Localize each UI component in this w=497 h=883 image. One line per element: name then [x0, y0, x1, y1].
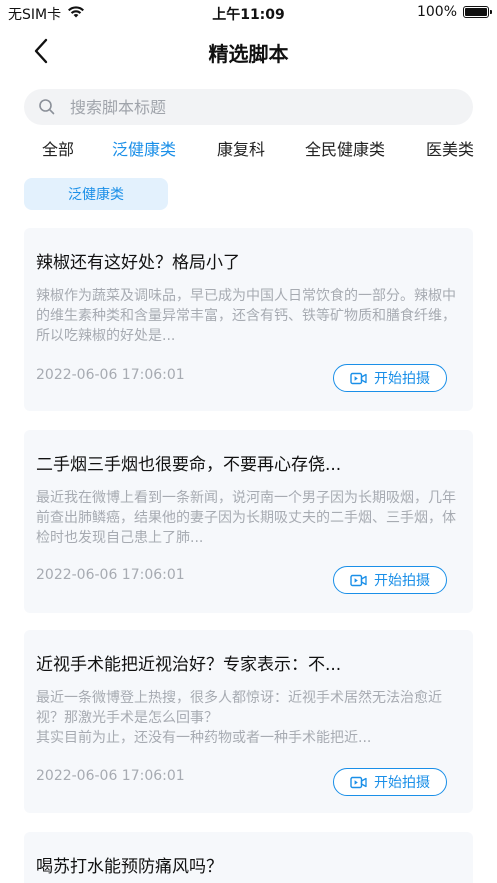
start-shooting-label: 开始拍摄 — [374, 775, 430, 791]
card-description: 最近一条微博登上热搜，很多人都惊讶：近视手术居然无法治愈近视？那激光手术是怎么回… — [36, 690, 442, 746]
tab-public-health[interactable]: 全民健康类 — [305, 136, 385, 160]
category-tabs: 全部 泛健康类 康复科 全民健康类 医美类 — [0, 136, 497, 162]
card-title: 辣椒还有这好处？格局小了 — [36, 253, 240, 273]
status-right: 100% — [416, 4, 492, 20]
search-bar[interactable] — [24, 89, 473, 125]
video-camera-icon — [350, 776, 367, 788]
start-shooting-button[interactable]: 开始拍摄 — [333, 364, 447, 392]
tab-all[interactable]: 全部 — [42, 136, 74, 160]
card-description: 辣椒作为蔬菜及调味品，早已成为中国人日常饮食的一部分。辣椒中的维生素种类和含量异… — [36, 288, 456, 344]
card-date: 2022-06-06 17:06:01 — [36, 567, 185, 583]
video-camera-icon — [350, 574, 367, 586]
tab-rehabilitation[interactable]: 康复科 — [217, 136, 265, 160]
script-card[interactable]: 近视手术能把近视治好？专家表示：不... 最近一条微博登上热搜，很多人都惊讶：近… — [24, 630, 473, 813]
search-icon — [39, 99, 55, 115]
script-card[interactable]: 喝苏打水能预防痛风吗？ — [24, 832, 473, 883]
card-date: 2022-06-06 17:06:01 — [36, 367, 185, 383]
start-shooting-button[interactable]: 开始拍摄 — [333, 566, 447, 594]
card-date: 2022-06-06 17:06:01 — [36, 768, 185, 784]
tab-general-health[interactable]: 泛健康类 — [112, 136, 176, 160]
nav-bar: 精选脚本 — [0, 26, 497, 76]
battery-percent: 100% — [416, 4, 457, 20]
battery-fill — [465, 8, 487, 16]
card-title: 近视手术能把近视治好？专家表示：不... — [36, 655, 342, 675]
video-camera-icon — [350, 372, 367, 384]
page-title: 精选脚本 — [208, 42, 289, 66]
card-title: 喝苏打水能预防痛风吗？ — [36, 857, 223, 877]
card-description: 最近我在微博上看到一条新闻，说河南一个男子因为长期吸烟，几年前查出肺鳞癌，结果他… — [36, 490, 456, 546]
start-shooting-label: 开始拍摄 — [374, 573, 430, 589]
script-card[interactable]: 辣椒还有这好处？格局小了 辣椒作为蔬菜及调味品，早已成为中国人日常饮食的一部分。… — [24, 228, 473, 411]
battery-icon — [463, 6, 492, 18]
start-shooting-button[interactable]: 开始拍摄 — [333, 768, 447, 796]
status-bar: 无SIM卡 上午11:09 100% — [0, 0, 497, 26]
script-card[interactable]: 二手烟三手烟也很要命，不要再心存侥... 最近我在微博上看到一条新闻，说河南一个… — [24, 430, 473, 613]
filter-chip[interactable]: 泛健康类 — [24, 178, 168, 210]
card-title: 二手烟三手烟也很要命，不要再心存侥... — [36, 455, 342, 475]
tab-medical-aesthetics[interactable]: 医美类 — [426, 136, 474, 160]
search-input[interactable] — [70, 97, 450, 117]
start-shooting-label: 开始拍摄 — [374, 371, 430, 387]
